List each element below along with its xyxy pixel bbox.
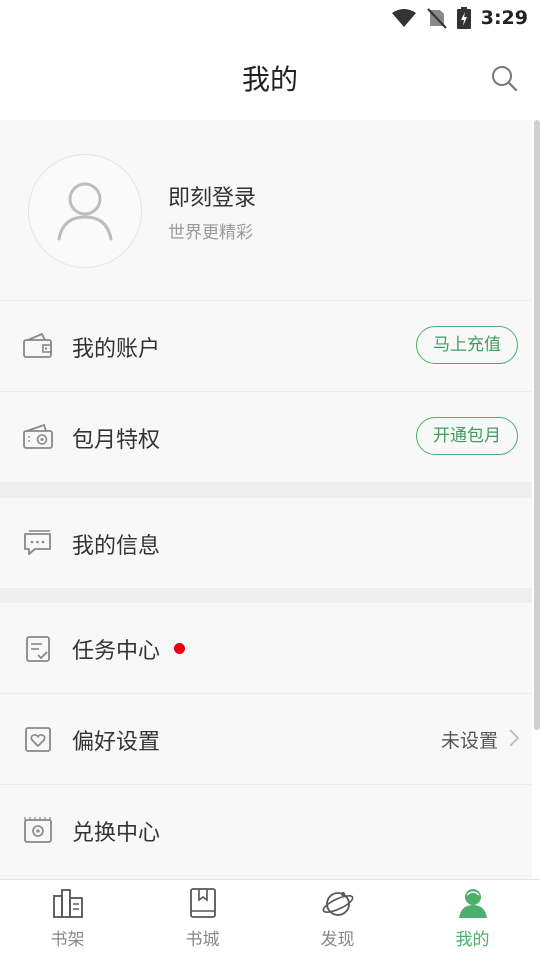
nav-bookshelf[interactable]: 书架	[0, 880, 135, 960]
section-divider	[0, 589, 532, 603]
scrollbar[interactable]	[534, 120, 540, 730]
menu-label: 我的账户	[72, 337, 161, 362]
nav-label: 书城	[185, 930, 220, 950]
bottom-nav: 书架 书城 发现 我的	[0, 879, 540, 960]
status-icons: 3:29	[391, 6, 528, 30]
login-subtitle: 世界更精彩	[168, 223, 253, 243]
task-list-icon	[26, 636, 50, 662]
chevron-right-icon	[509, 729, 520, 747]
menu-label: 偏好设置	[72, 730, 161, 755]
search-button[interactable]	[490, 64, 518, 92]
wifi-icon	[391, 9, 416, 27]
subscribe-button[interactable]: 开通包月	[416, 417, 518, 455]
menu-item-monthly[interactable]: 包月特权 开通包月	[0, 392, 532, 483]
no-sim-icon	[427, 8, 447, 29]
nav-label: 书架	[50, 930, 85, 950]
page-title: 我的	[241, 63, 298, 96]
recharge-button[interactable]: 马上充值	[416, 326, 518, 364]
nav-label: 我的	[455, 930, 490, 950]
login-title[interactable]: 即刻登录	[168, 180, 256, 212]
exchange-icon	[24, 817, 52, 843]
menu-item-messages[interactable]: 我的信息	[0, 498, 532, 589]
wallet-icon	[23, 332, 52, 358]
menu-item-account[interactable]: 我的账户 马上充值	[0, 301, 532, 392]
bookshelf-icon	[52, 889, 83, 918]
status-time: 3:29	[480, 7, 528, 29]
login-section[interactable]: 即刻登录 世界更精彩	[0, 120, 532, 301]
nav-mine[interactable]: 我的	[405, 880, 540, 960]
message-icon	[24, 530, 51, 555]
user-icon	[458, 889, 487, 918]
menu-item-exchange[interactable]: 兑换中心	[0, 785, 532, 876]
menu-label: 包月特权	[72, 428, 161, 453]
search-icon	[492, 66, 518, 92]
menu-item-preferences[interactable]: 偏好设置 未设置	[0, 694, 532, 785]
menu-label: 任务中心	[72, 639, 161, 664]
user-avatar-icon	[57, 182, 113, 241]
header: 我的	[0, 36, 540, 120]
avatar[interactable]	[28, 154, 142, 268]
menu-item-tasks[interactable]: 任务中心	[0, 603, 532, 694]
ticket-icon	[23, 423, 53, 449]
profile-content[interactable]: 即刻登录 世界更精彩 我的账户 马上充值 包月特权 开通包月 我的信息 任务中心…	[0, 120, 532, 880]
book-icon	[189, 888, 216, 918]
section-divider	[0, 483, 532, 498]
nav-discover[interactable]: 发现	[270, 880, 405, 960]
notification-dot	[174, 643, 185, 654]
heart-settings-icon	[25, 727, 51, 752]
status-bar: 3:29	[0, 0, 540, 36]
menu-label: 我的信息	[72, 534, 161, 559]
menu-label: 兑换中心	[72, 821, 161, 846]
nav-label: 发现	[320, 930, 355, 950]
planet-icon	[322, 892, 353, 916]
preference-value: 未设置	[440, 730, 498, 752]
nav-bookstore[interactable]: 书城	[135, 880, 270, 960]
battery-charging-icon	[456, 7, 471, 29]
